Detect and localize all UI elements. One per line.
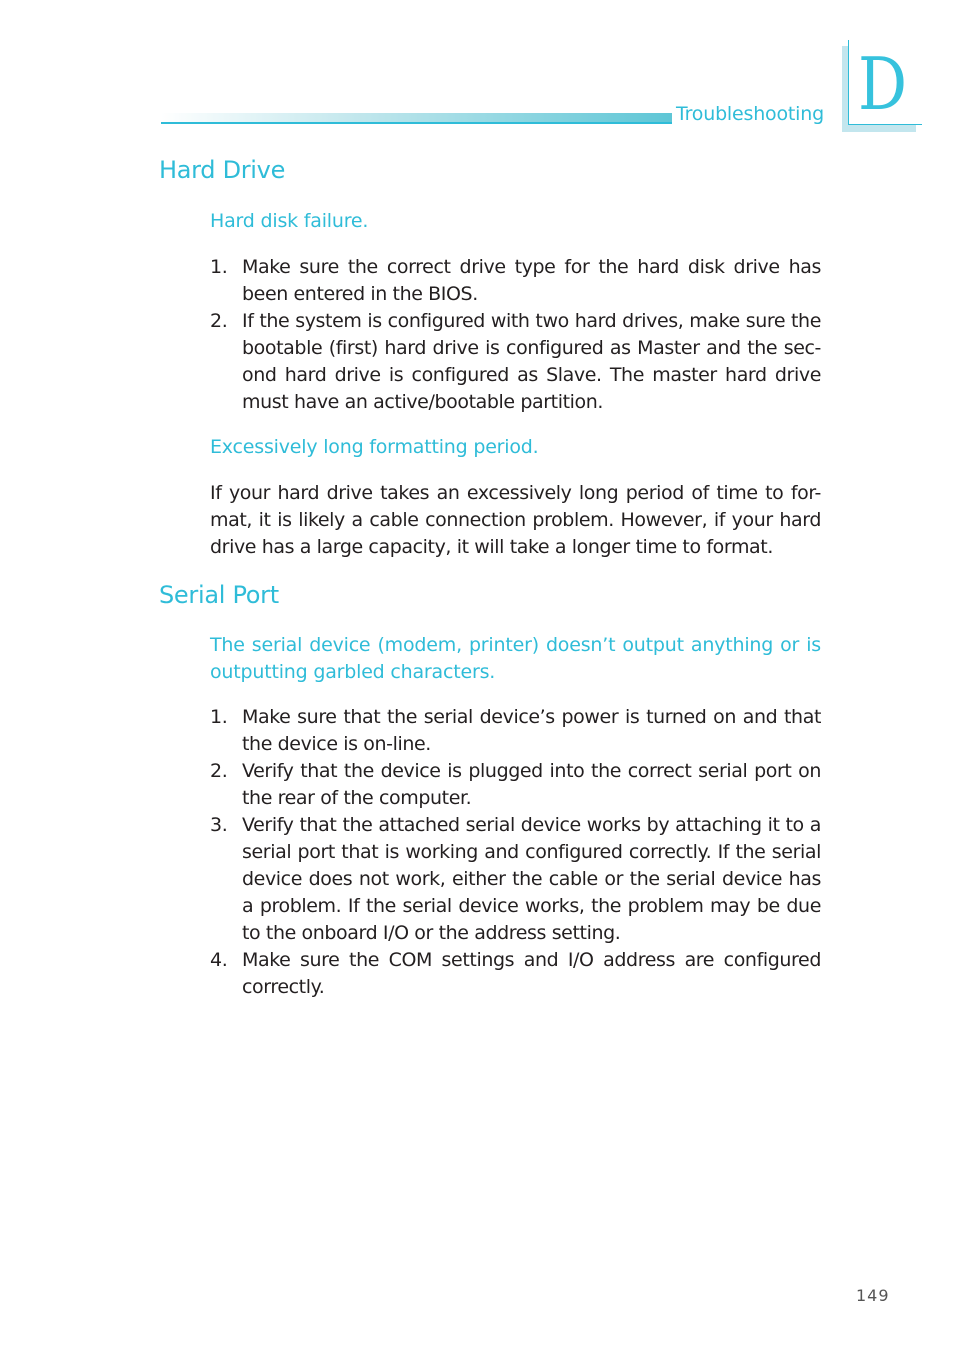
list-item-text: Verify that the attached serial device w… [242, 814, 821, 944]
hard-disk-failure-list: 1. Make sure the correct drive type for … [210, 254, 821, 416]
list-item-number: 2. [210, 760, 228, 782]
list-item-text: If the system is configured with two har… [242, 310, 821, 413]
list-item: 2. Verify that the device is plugged int… [210, 758, 821, 812]
list-item-number: 1. [210, 256, 228, 278]
list-item-text: Make sure the COM settings and I/O addre… [242, 949, 821, 998]
list-item-text: Make sure the correct drive type for the… [242, 256, 821, 305]
running-header-title: Troubleshooting [676, 103, 824, 125]
list-item-number: 4. [210, 949, 228, 971]
list-item-number: 2. [210, 310, 228, 332]
appendix-letter: D [858, 42, 908, 126]
long-formatting-paragraph: If your hard drive takes an excessively … [210, 482, 821, 558]
header-rule [161, 122, 672, 124]
list-item: 3. Verify that the attached serial devic… [210, 812, 821, 947]
subheading-serial-device-issue: The serial device (modem, printer) doesn… [210, 634, 821, 683]
serial-port-list: 1. Make sure that the serial device’s po… [210, 704, 821, 1001]
subheading-long-formatting: Excessively long formatting period. [210, 436, 539, 458]
subheading-hard-disk-failure: Hard disk failure. [210, 210, 369, 232]
list-item-number: 1. [210, 706, 228, 728]
header-gradient-bar [161, 113, 672, 122]
list-item: 4. Make sure the COM settings and I/O ad… [210, 947, 821, 1001]
list-item-text: Verify that the device is plugged into t… [242, 760, 821, 809]
section-heading-serial-port: Serial Port [159, 581, 279, 609]
list-item: 2. If the system is configured with two … [210, 308, 821, 416]
list-item: 1. Make sure the correct drive type for … [210, 254, 821, 308]
page-number: 149 [856, 1286, 890, 1305]
section-heading-hard-drive: Hard Drive [159, 156, 286, 184]
list-item-text: Make sure that the serial device’s power… [242, 706, 821, 755]
list-item-number: 3. [210, 814, 228, 836]
list-item: 1. Make sure that the serial device’s po… [210, 704, 821, 758]
